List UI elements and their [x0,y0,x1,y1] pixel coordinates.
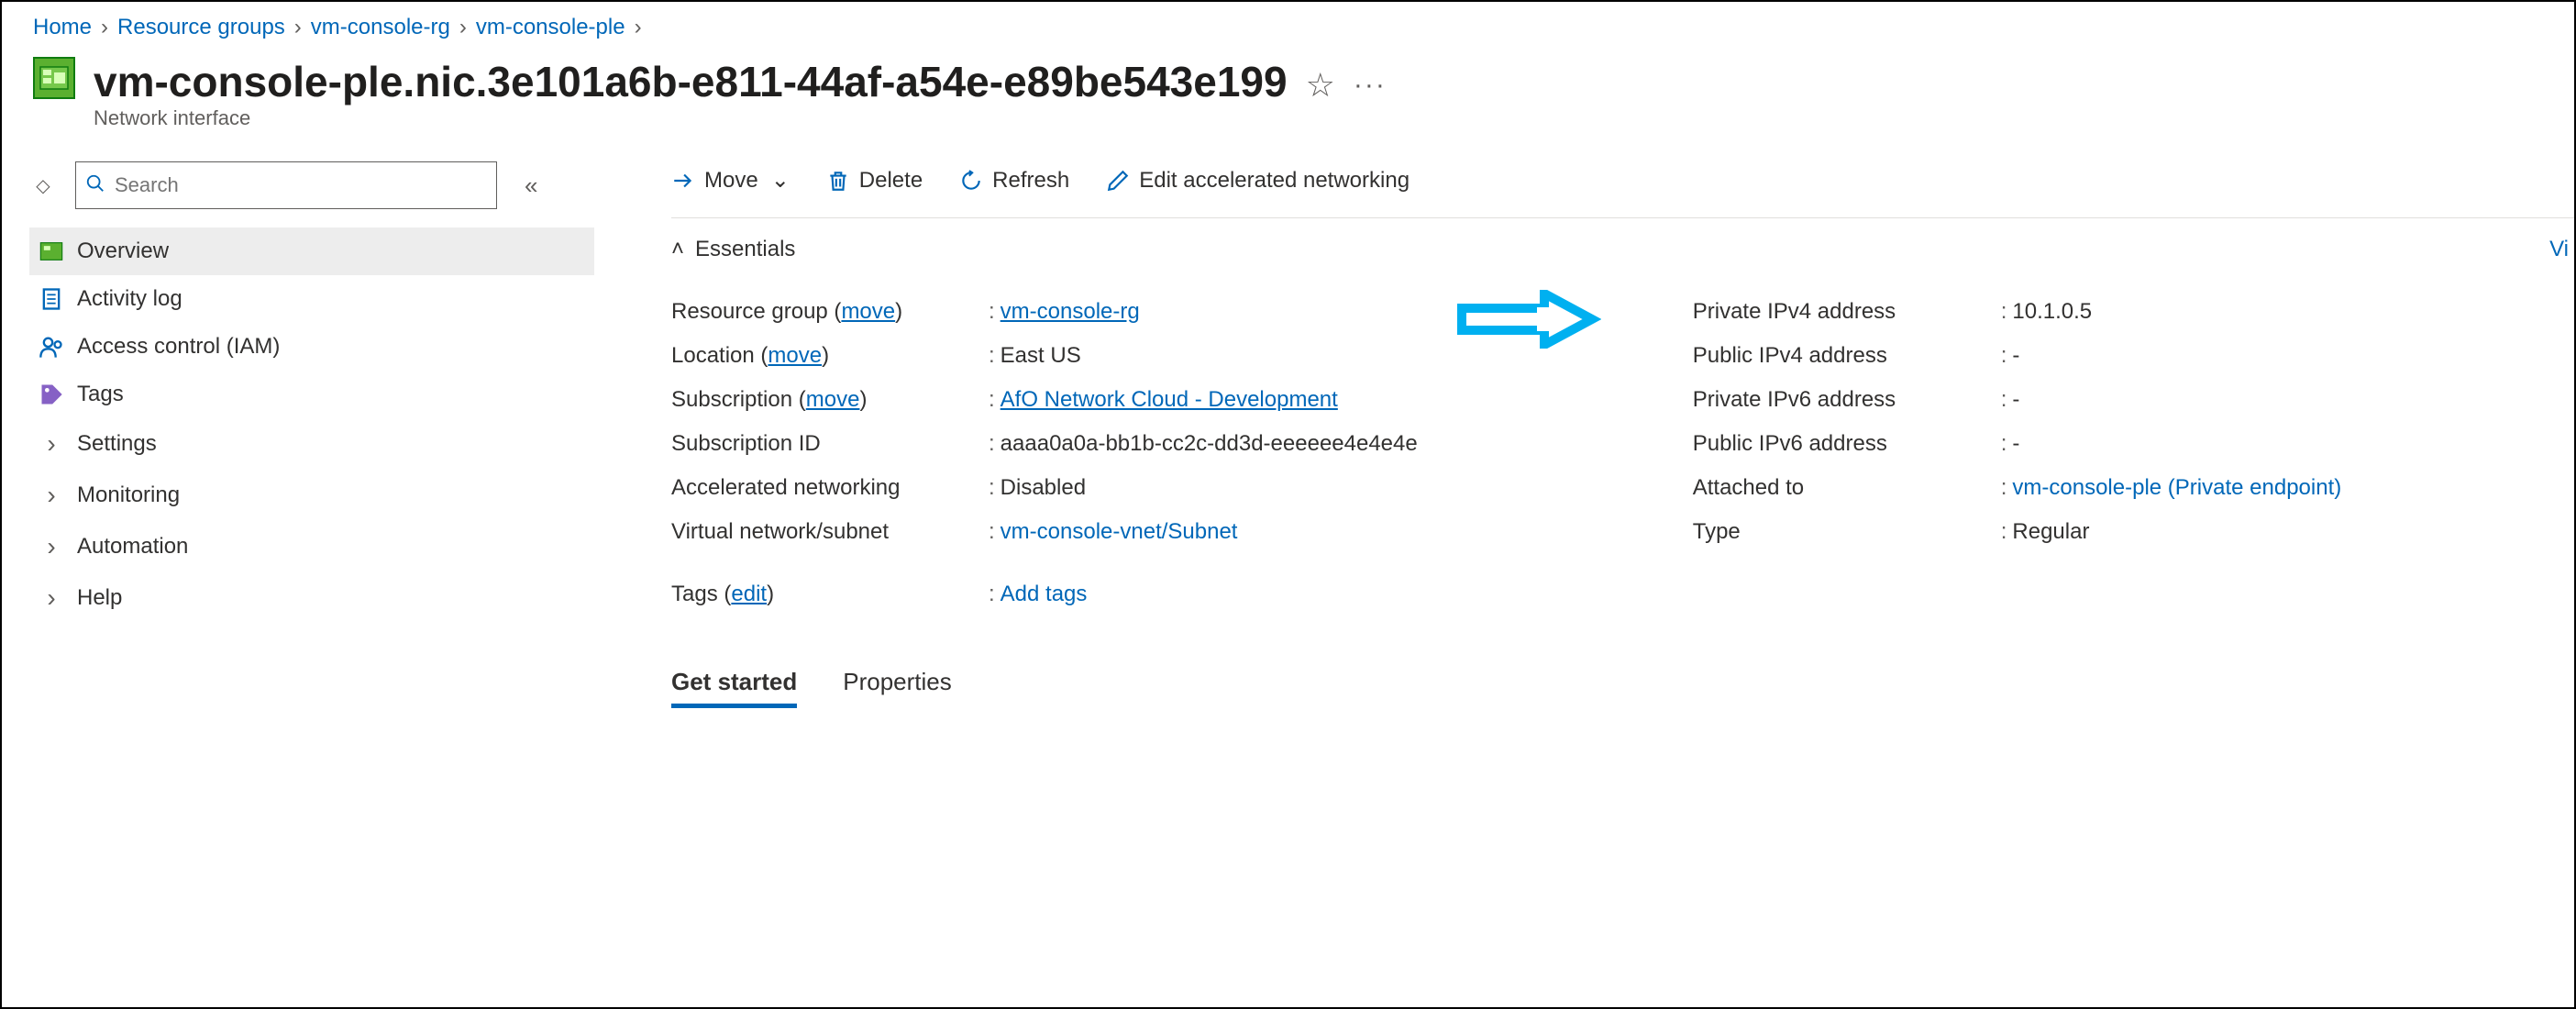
sidebar-item-label: Overview [77,238,169,264]
search-input[interactable] [105,173,487,197]
sidebar-item-overview[interactable]: Overview [29,227,594,275]
log-icon [39,286,64,312]
delete-label: Delete [859,168,923,194]
sidebar-item-label: Activity log [77,286,182,312]
attached-to-label: Attached to [1693,475,1996,501]
sidebar-item-label: Settings [77,431,157,457]
page-title: vm-console-ple.nic.3e101a6b-e811-44af-a5… [94,57,1288,106]
iam-icon [39,334,64,360]
type-value: Regular [2012,519,2089,545]
tab-get-started[interactable]: Get started [671,668,797,708]
expand-collapse-icon[interactable]: ◇ [29,174,57,197]
edit-accel-label: Edit accelerated networking [1139,168,1410,194]
search-icon [85,173,105,198]
sidebar-item-label: Access control (IAM) [77,334,280,360]
sidebar-item-help[interactable]: › Help [29,572,594,624]
nic-icon [39,238,64,264]
vnet-subnet-label: Virtual network/subnet [671,519,983,545]
tags-edit-link[interactable]: edit [731,582,767,606]
location-move-link[interactable]: move [768,343,822,368]
move-button[interactable]: Move ⌄ [671,167,790,194]
tags-label: Tags (edit) [671,582,983,607]
callout-arrow-icon [1482,290,1629,616]
sidebar: ◇ « Overview Activity log Acce [20,158,598,732]
breadcrumb-home[interactable]: Home [33,15,92,40]
private-ipv6-label: Private IPv6 address [1693,387,1996,413]
location-value: East US [1001,343,1081,369]
sidebar-item-monitoring[interactable]: › Monitoring [29,470,594,521]
public-ipv4-value: - [2012,343,2019,369]
chevron-right-icon: › [39,481,64,510]
chevron-down-icon: ⌄ [771,167,790,194]
sidebar-item-tags[interactable]: Tags [29,371,594,418]
sidebar-item-activity-log[interactable]: Activity log [29,275,594,323]
breadcrumb-rg[interactable]: vm-console-rg [311,15,450,40]
public-ipv6-value: - [2012,431,2019,457]
edit-accelerated-networking-button[interactable]: Edit accelerated networking [1106,168,1410,194]
breadcrumb: Home › Resource groups › vm-console-rg ›… [20,11,2574,57]
chevron-right-icon: › [39,583,64,613]
public-ipv4-label: Public IPv4 address [1693,343,1996,369]
move-label: Move [704,168,758,194]
subscription-id-value: aaaa0a0a-bb1b-cc2c-dd3d-eeeeee4e4e4e [1001,431,1418,457]
sidebar-search[interactable] [75,161,497,209]
delete-button[interactable]: Delete [826,168,923,194]
breadcrumb-resource-groups[interactable]: Resource groups [117,15,285,40]
sidebar-item-label: Automation [77,534,188,560]
subscription-label: Subscription (move) [671,387,983,413]
more-actions-icon[interactable]: ··· [1354,70,1387,101]
resource-group-move-link[interactable]: move [841,299,895,324]
content-tabs: Get started Properties [671,644,2574,732]
main-content: Move ⌄ Delete Refresh Edit accelerated n… [598,158,2574,732]
refresh-label: Refresh [992,168,1069,194]
sidebar-item-automation[interactable]: › Automation [29,521,594,572]
chevron-right-icon: › [101,15,108,40]
location-label: Location (move) [671,343,983,369]
refresh-button[interactable]: Refresh [959,168,1069,194]
private-ipv4-value: 10.1.0.5 [2012,299,2092,325]
add-tags-link[interactable]: Add tags [1001,582,1088,607]
page-subtitle: Network interface [94,106,1288,130]
subscription-move-link[interactable]: move [806,387,860,412]
accelerated-networking-label: Accelerated networking [671,475,983,501]
tab-properties[interactable]: Properties [843,668,952,708]
private-ipv4-label: Private IPv4 address [1693,299,1996,325]
attached-to-link[interactable]: vm-console-ple (Private endpoint) [2012,475,2341,501]
chevron-right-icon: › [635,15,642,40]
resource-group-link[interactable]: vm-console-rg [1001,299,1140,325]
essentials-toggle[interactable]: ˄ Essentials Vi [671,218,2574,290]
sidebar-item-label: Monitoring [77,482,180,508]
chevron-right-icon: › [39,429,64,459]
sidebar-item-access-control[interactable]: Access control (IAM) [29,323,594,371]
chevron-right-icon: › [459,15,467,40]
sidebar-item-label: Help [77,585,122,611]
chevron-up-icon: ˄ [671,237,684,262]
essentials-view-cut[interactable]: Vi [2549,237,2574,262]
subscription-id-label: Subscription ID [671,431,983,457]
type-label: Type [1693,519,1996,545]
public-ipv6-label: Public IPv6 address [1693,431,1996,457]
sidebar-item-settings[interactable]: › Settings [29,418,594,470]
accelerated-networking-value: Disabled [1001,475,1086,501]
favorite-star-icon[interactable]: ☆ [1306,66,1335,105]
essentials-label: Essentials [695,237,795,262]
private-ipv6-value: - [2012,387,2019,413]
chevron-right-icon: › [39,532,64,561]
vnet-subnet-link[interactable]: vm-console-vnet/Subnet [1001,519,1238,545]
collapse-sidebar-icon[interactable]: « [515,172,547,200]
toolbar: Move ⌄ Delete Refresh Edit accelerated n… [671,158,2574,218]
chevron-right-icon: › [294,15,302,40]
resource-group-label: Resource group (move) [671,299,983,325]
network-interface-icon [33,57,75,99]
breadcrumb-resource[interactable]: vm-console-ple [476,15,625,40]
tags-icon [39,382,64,407]
sidebar-item-label: Tags [77,382,124,407]
subscription-link[interactable]: AfO Network Cloud - Development [1001,387,1338,413]
